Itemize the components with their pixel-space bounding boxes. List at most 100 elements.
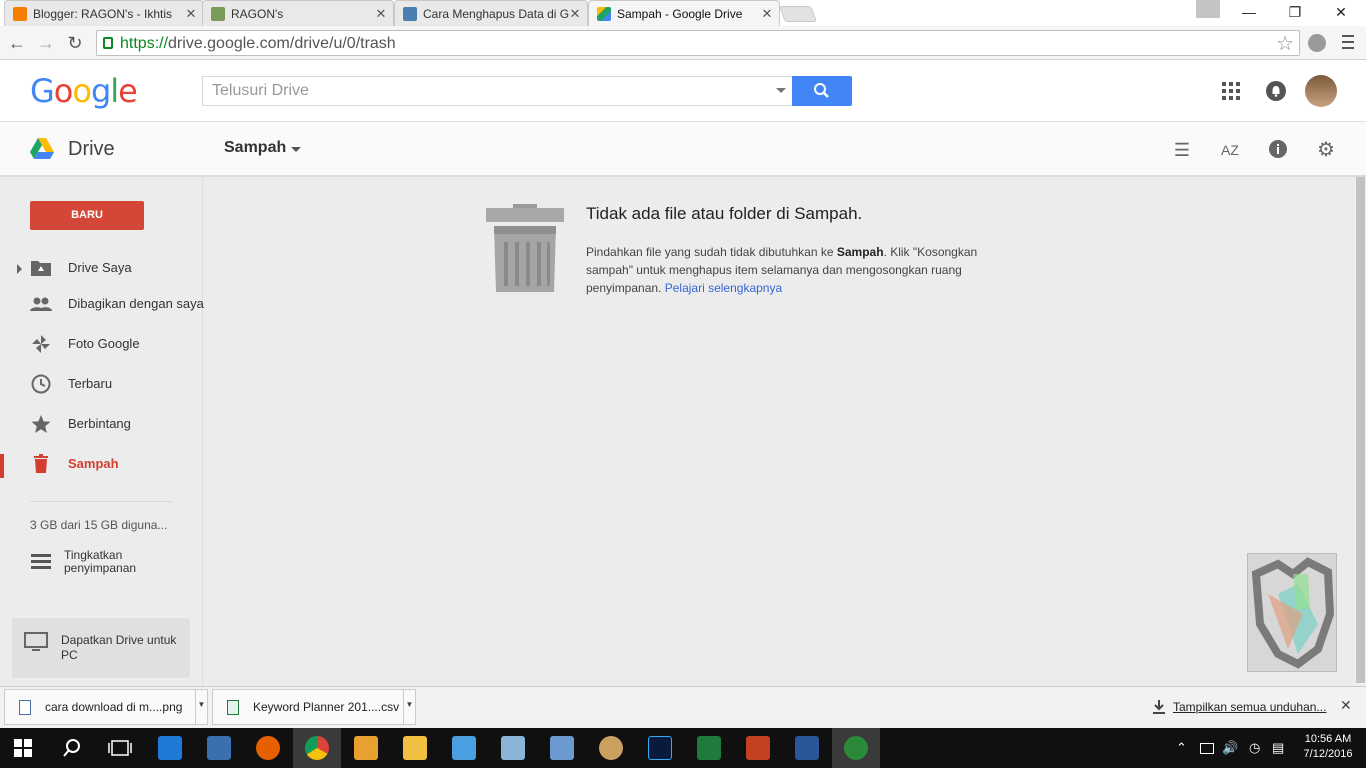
upgrade-label: Tingkatkan penyimpanan <box>64 548 137 575</box>
tab-close-icon[interactable]: ✕ <box>185 6 197 22</box>
edge-icon[interactable] <box>158 736 182 760</box>
star-icon <box>31 415 51 433</box>
search-input[interactable]: Telusuri Drive <box>202 76 792 106</box>
download-item[interactable]: Keyword Planner 201....csv ▼ <box>212 689 416 725</box>
people-icon <box>30 297 52 311</box>
drive-folder-icon <box>31 261 51 276</box>
close-shelf-icon[interactable]: ✕ <box>1340 697 1352 714</box>
get-drive-pc-button[interactable]: Dapatkan Drive untuk PC <box>12 618 190 678</box>
tab-close-icon[interactable]: ✕ <box>569 6 581 22</box>
excel-icon[interactable] <box>697 736 721 760</box>
download-filename: cara download di m....png <box>45 700 183 714</box>
clock-icon <box>31 374 51 394</box>
chevron-down-icon[interactable] <box>291 147 301 152</box>
extension-icon[interactable] <box>1308 34 1326 52</box>
file-explorer-icon[interactable] <box>403 736 427 760</box>
search-options-icon[interactable] <box>776 88 786 93</box>
search-button[interactable] <box>792 76 852 106</box>
image-viewer-icon[interactable] <box>550 736 574 760</box>
paint-icon[interactable] <box>599 736 623 760</box>
browser-tab-active[interactable]: Sampah - Google Drive ✕ <box>588 0 780 26</box>
storage-quota[interactable]: 3 GB dari 15 GB diguna... <box>30 518 167 532</box>
new-button[interactable]: BARU <box>30 201 144 230</box>
sidebar-item-label: Dibagikan dengan saya <box>68 296 204 311</box>
powerpoint-icon[interactable] <box>746 736 770 760</box>
browser-tab[interactable]: Blogger: RAGON's - Ikhtis ✕ <box>4 0 204 26</box>
show-all-downloads-link[interactable]: Tampilkan semua unduhan... <box>1173 700 1326 714</box>
profile-icon[interactable] <box>1196 0 1220 18</box>
back-icon[interactable]: ← <box>6 32 28 54</box>
scrollbar-thumb[interactable] <box>1356 177 1365 683</box>
browser-tab[interactable]: Cara Menghapus Data di G ✕ <box>394 0 588 26</box>
download-menu-icon[interactable]: ▼ <box>195 690 207 724</box>
monitor-icon <box>24 632 48 651</box>
google-logo[interactable]: Google <box>30 72 138 110</box>
battery-icon[interactable] <box>1200 743 1214 754</box>
action-center-icon[interactable]: ▤ <box>1272 740 1284 756</box>
logo-letter: g <box>90 72 111 110</box>
word-icon[interactable] <box>795 736 819 760</box>
network-app-icon[interactable] <box>452 736 476 760</box>
window-close-icon[interactable]: ✕ <box>1318 0 1364 24</box>
pinwheel-icon <box>32 335 50 353</box>
sidebar-item-recent[interactable]: Terbaru <box>0 366 203 402</box>
scrollbar[interactable] <box>1355 177 1366 685</box>
browser-tab[interactable]: RAGON's ✕ <box>202 0 394 26</box>
watermark-logo <box>1247 553 1337 672</box>
store-icon[interactable] <box>207 736 231 760</box>
notepad-icon[interactable] <box>501 736 525 760</box>
chrome-icon[interactable] <box>305 736 329 760</box>
sidebar-item-photos[interactable]: Foto Google <box>0 326 203 362</box>
avatar[interactable] <box>1305 75 1337 107</box>
logo-letter: e <box>118 72 138 110</box>
sidebar-item-label: Terbaru <box>68 376 113 391</box>
search-icon[interactable] <box>62 738 82 758</box>
idm-icon[interactable] <box>844 736 868 760</box>
apps-grid-icon[interactable] <box>1222 82 1240 100</box>
logo-letter: o <box>53 72 74 110</box>
reload-icon[interactable]: ↻ <box>64 32 86 54</box>
drive-toolbar: Drive Sampah <box>0 122 1366 176</box>
task-view-icon[interactable] <box>108 738 132 758</box>
clock-date: 7/12/2016 <box>1303 748 1353 760</box>
bookmark-star-icon[interactable]: ☆ <box>1276 31 1294 56</box>
sidebar-item-drive-saya[interactable]: Drive Saya <box>0 250 203 286</box>
windows-start-icon[interactable] <box>14 739 32 757</box>
restore-icon[interactable]: ❐ <box>1272 0 1318 24</box>
storage-icon <box>31 554 51 569</box>
tab-strip: Blogger: RAGON's - Ikhtis ✕ RAGON's ✕ Ca… <box>0 0 1366 26</box>
firefox-icon[interactable] <box>256 736 280 760</box>
sidebar-item-shared[interactable]: Dibagikan dengan saya <box>0 286 204 322</box>
sidebar-item-label: Foto Google <box>68 336 140 351</box>
tray-chevron-icon[interactable]: ⌃ <box>1176 740 1187 756</box>
forward-icon[interactable]: → <box>35 32 57 54</box>
tab-close-icon[interactable]: ✕ <box>375 6 387 22</box>
settings-gear-icon[interactable]: ⚙ <box>1315 139 1337 161</box>
tab-title: Sampah - Google Drive <box>617 6 743 21</box>
sidebar-item-trash[interactable]: Sampah <box>0 446 203 482</box>
notifications-icon[interactable] <box>1266 81 1286 101</box>
url-path: drive.google.com/drive/u/0/trash <box>168 35 396 52</box>
learn-more-link[interactable]: Pelajari selengkapnya <box>665 281 782 295</box>
new-tab-button[interactable] <box>779 6 817 22</box>
upgrade-storage-link[interactable]: Tingkatkan penyimpanan <box>30 549 190 579</box>
breadcrumb[interactable]: Sampah <box>224 139 286 157</box>
info-icon[interactable] <box>1267 139 1289 161</box>
download-item[interactable]: cara download di m....png ▼ <box>4 689 208 725</box>
volume-icon[interactable]: 🔊 <box>1222 740 1238 756</box>
system-clock[interactable]: 10:56 AM 7/12/2016 <box>1300 732 1356 762</box>
media-player-icon[interactable] <box>354 736 378 760</box>
clock-time: 10:56 AM <box>1304 733 1352 745</box>
chrome-menu-icon[interactable] <box>1342 35 1354 49</box>
sidebar-divider <box>30 501 173 502</box>
tab-close-icon[interactable]: ✕ <box>761 6 773 22</box>
address-bar[interactable]: https://drive.google.com/drive/u/0/trash… <box>96 30 1300 56</box>
download-menu-icon[interactable]: ▼ <box>403 690 415 724</box>
sidebar-item-starred[interactable]: Berbintang <box>0 406 203 442</box>
url-text[interactable]: https://drive.google.com/drive/u/0/trash <box>120 35 396 53</box>
sort-az-icon[interactable]: AZ <box>1219 139 1241 161</box>
wifi-icon[interactable]: ◷ <box>1249 740 1260 756</box>
list-view-icon[interactable]: ☰ <box>1171 139 1193 161</box>
minimize-icon[interactable]: — <box>1226 0 1272 24</box>
photoshop-icon[interactable] <box>648 736 672 760</box>
